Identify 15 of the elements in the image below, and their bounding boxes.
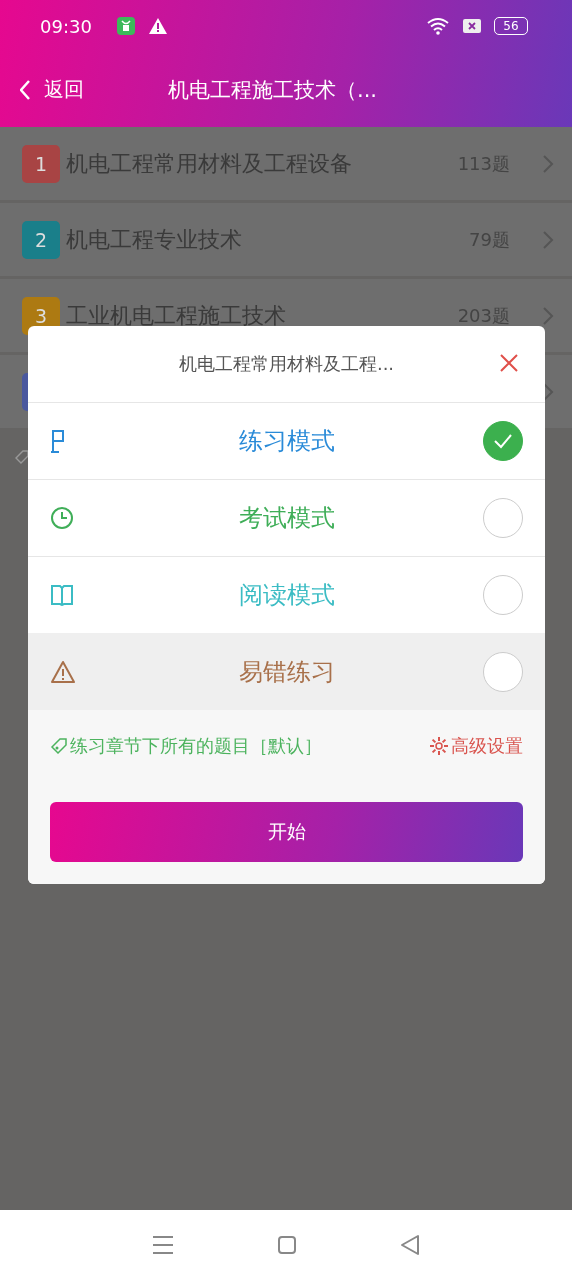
chapter-number: 1 [22, 144, 60, 183]
mode-label: 阅读模式 [238, 580, 335, 611]
chapter-number: 2 [22, 220, 60, 259]
battery-icon: 56 [494, 17, 528, 35]
mode-option[interactable]: 易错练习 [28, 633, 545, 710]
dialog-title: 机电工程常用材料及工程... [178, 352, 395, 376]
page-title: 机电工程施工技术（... [168, 76, 378, 104]
mode-label: 考试模式 [238, 503, 335, 534]
start-button[interactable]: 开始 [50, 802, 523, 862]
status-time: 09:30 [40, 15, 92, 37]
mode-label: 易错练习 [238, 657, 335, 688]
mode-label: 练习模式 [238, 426, 335, 457]
back-button[interactable]: 返回 [0, 76, 84, 103]
advanced-settings-link[interactable]: 高级设置 [429, 734, 523, 758]
scope-option[interactable]: 练习章节下所有的题目［默认］ [50, 734, 322, 758]
